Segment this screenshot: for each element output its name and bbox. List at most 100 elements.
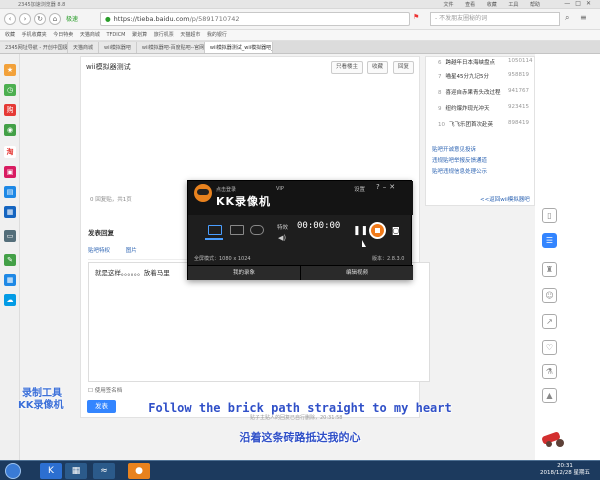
start-icon[interactable]: [5, 463, 21, 479]
flag-icon[interactable]: ⚑: [413, 13, 419, 21]
search-icon[interactable]: ⌕: [565, 13, 569, 23]
tab-wii-bar-official[interactable]: wii模拟器吧-百度贴吧--官网...: [136, 42, 205, 53]
pause-icon[interactable]: ❚❚: [353, 226, 368, 236]
right-toolbar: ▯ ☰ ♜ ☺ ↗ ♡ ⚗ ▲: [535, 200, 565, 410]
notes-icon[interactable]: ✎: [4, 254, 16, 266]
subtitle-english: Follow the brick path straight to my hea…: [148, 401, 452, 415]
fav-item[interactable]: 手机收藏夹: [22, 32, 47, 38]
menu-favorites[interactable]: 收藏: [487, 2, 497, 8]
hot-item[interactable]: 7 喵星45分九记5分 958819: [438, 72, 529, 80]
reply-section-title: 发表回复: [88, 229, 114, 237]
refresh-icon[interactable]: ↻: [34, 13, 46, 25]
kk-screen-mode-icon[interactable]: [208, 225, 222, 235]
fav-item[interactable]: TFDICM: [106, 32, 125, 38]
cannon-icon: [542, 432, 564, 447]
fav-item[interactable]: 旅行机票: [154, 32, 174, 38]
forward-icon[interactable]: ›: [19, 13, 31, 25]
gift-icon[interactable]: ▣: [4, 166, 16, 178]
shop-icon[interactable]: 购: [4, 104, 16, 116]
hot-item[interactable]: 9 纽约爆炸现光冲天 923415: [438, 104, 529, 112]
hot-item[interactable]: 10 飞飞乐团首次赴英 898419: [438, 120, 529, 128]
menu-tools[interactable]: 工具: [508, 2, 518, 8]
kk-edit-video-button[interactable]: 编辑视频: [300, 265, 413, 280]
window-menu-bar: 文件 查看 收藏 工具 帮助: [434, 1, 540, 8]
hot-item[interactable]: 6 跨越年日本海峡盘点 1050114: [438, 58, 533, 66]
volume-icon[interactable]: ◀): [278, 234, 286, 242]
window-title: 2345加速浏览器 8.8: [18, 2, 66, 8]
reply-editor[interactable]: 就是这样。。。。。。放着马里: [88, 262, 430, 382]
secure-icon: ●: [105, 15, 111, 23]
taobao-icon[interactable]: 淘: [4, 146, 16, 158]
kk-recorder-window: 点击登录 VIP KK录像机 设置 ?–✕ 特效 00:00:00 ◀) ❚❚ …: [187, 180, 413, 280]
fav-item[interactable]: 我的银行: [207, 32, 227, 38]
camera-icon[interactable]: ◙: [392, 226, 400, 235]
kk-timer: 00:00:00: [297, 221, 341, 231]
kk-vip-badge[interactable]: VIP: [276, 186, 284, 192]
fav-item[interactable]: 收藏: [5, 32, 15, 38]
kk-region-mode-icon[interactable]: [230, 225, 244, 235]
message-icon[interactable]: ☰: [542, 233, 557, 248]
cloud-icon[interactable]: ☁: [4, 294, 16, 306]
tab-2345[interactable]: 2345网址导航 - 开创中国极简...: [0, 42, 68, 53]
phone-icon[interactable]: ▯: [542, 208, 557, 223]
owner-only-button[interactable]: 只看楼主: [331, 61, 364, 74]
menu-icon[interactable]: ≡: [580, 13, 587, 22]
flask-icon[interactable]: ⚗: [542, 364, 557, 379]
report-link[interactable]: 违规贴吧举报反馈通道: [432, 156, 487, 164]
heart-icon[interactable]: ♡: [542, 340, 557, 355]
reply-button[interactable]: 回复: [393, 61, 415, 74]
app-taskbar-icon[interactable]: ≈: [93, 463, 115, 479]
favorite-button[interactable]: 收藏: [367, 61, 389, 74]
menu-file[interactable]: 文件: [444, 2, 454, 8]
calc-icon[interactable]: ▦: [4, 206, 16, 218]
back-to-bar-link[interactable]: <<返回wii模拟器吧: [480, 195, 530, 203]
signature-checkbox[interactable]: ☐ 使用签名档: [88, 386, 122, 394]
kk-taskbar-icon[interactable]: ●: [128, 463, 150, 479]
report-link[interactable]: 贴吧违规信息处理公示: [432, 167, 487, 175]
toolbar-privilege[interactable]: 贴吧特权: [88, 248, 110, 254]
window-title-bar: 2345加速浏览器 8.8 文件 查看 收藏 工具 帮助 —□✕: [0, 0, 600, 9]
url-input[interactable]: ● https://tieba.baidu.com/p/5891710742: [100, 12, 410, 26]
tab-wii-test[interactable]: wii模拟器测试_wii模拟器吧_百...: [204, 42, 273, 53]
kk-my-videos-button[interactable]: 我的录象: [188, 265, 300, 280]
hot-item[interactable]: 8 喜迎自赤果青头改过程 941767: [438, 88, 529, 96]
stop-record-button[interactable]: [369, 222, 386, 239]
report-link[interactable]: 贴吧开诚意见投诉: [432, 145, 476, 153]
window-controls[interactable]: —□✕: [564, 0, 596, 7]
kk-effect-label[interactable]: 特效: [277, 223, 288, 231]
game-icon[interactable]: ▤: [4, 186, 16, 198]
fav-item[interactable]: 聚划算: [132, 32, 147, 38]
kk-window-controls[interactable]: ?–✕: [376, 183, 398, 191]
mouse-cursor: [362, 240, 366, 247]
kk-login-link[interactable]: 点击登录: [216, 186, 236, 193]
page-title: wii模拟器测试: [86, 63, 131, 71]
reply-count: 0 回复贴，共1页: [90, 197, 132, 203]
tab-tmall[interactable]: 天猫商城: [68, 42, 100, 53]
kk-fullscreen-info: 全屏模式：1080 x 1024: [194, 256, 251, 262]
fav-item[interactable]: 天猫商城: [80, 32, 100, 38]
screen-icon[interactable]: ▭: [4, 230, 16, 242]
fav-item[interactable]: 天猫超市: [180, 32, 200, 38]
browser-taskbar-icon[interactable]: K: [40, 463, 62, 479]
explorer-taskbar-icon[interactable]: ▦: [65, 463, 87, 479]
kk-settings-link[interactable]: 设置: [354, 185, 365, 193]
menu-view[interactable]: 查看: [465, 2, 475, 8]
left-sidebar: ★ ◷ 购 ◉ 淘 ▣ ▤ ▦ ▭ ✎ ▦ ☁: [0, 54, 20, 460]
share-icon[interactable]: ↗: [542, 314, 557, 329]
home-icon[interactable]: ⌂: [49, 13, 61, 25]
wechat-icon[interactable]: ◉: [4, 124, 16, 136]
apps-icon[interactable]: ▦: [4, 274, 16, 286]
cake-icon[interactable]: ♜: [542, 262, 557, 277]
toolbar-image[interactable]: 图片: [126, 248, 137, 254]
tab-wii-bar[interactable]: wii模拟器吧: [99, 42, 137, 53]
cat-icon[interactable]: ☺: [542, 288, 557, 303]
fav-item[interactable]: 今日特卖: [53, 32, 73, 38]
kk-game-mode-icon[interactable]: [250, 225, 264, 235]
menu-help[interactable]: 帮助: [530, 2, 540, 8]
url-host: https://tieba.baidu.com: [113, 15, 190, 23]
star-icon[interactable]: ★: [4, 64, 16, 76]
speed-mode-badge[interactable]: 极速: [66, 14, 78, 23]
clock-icon[interactable]: ◷: [4, 84, 16, 96]
back-icon[interactable]: ‹: [4, 13, 16, 25]
search-input[interactable]: - 不发朋友圈秘的词: [430, 12, 560, 26]
